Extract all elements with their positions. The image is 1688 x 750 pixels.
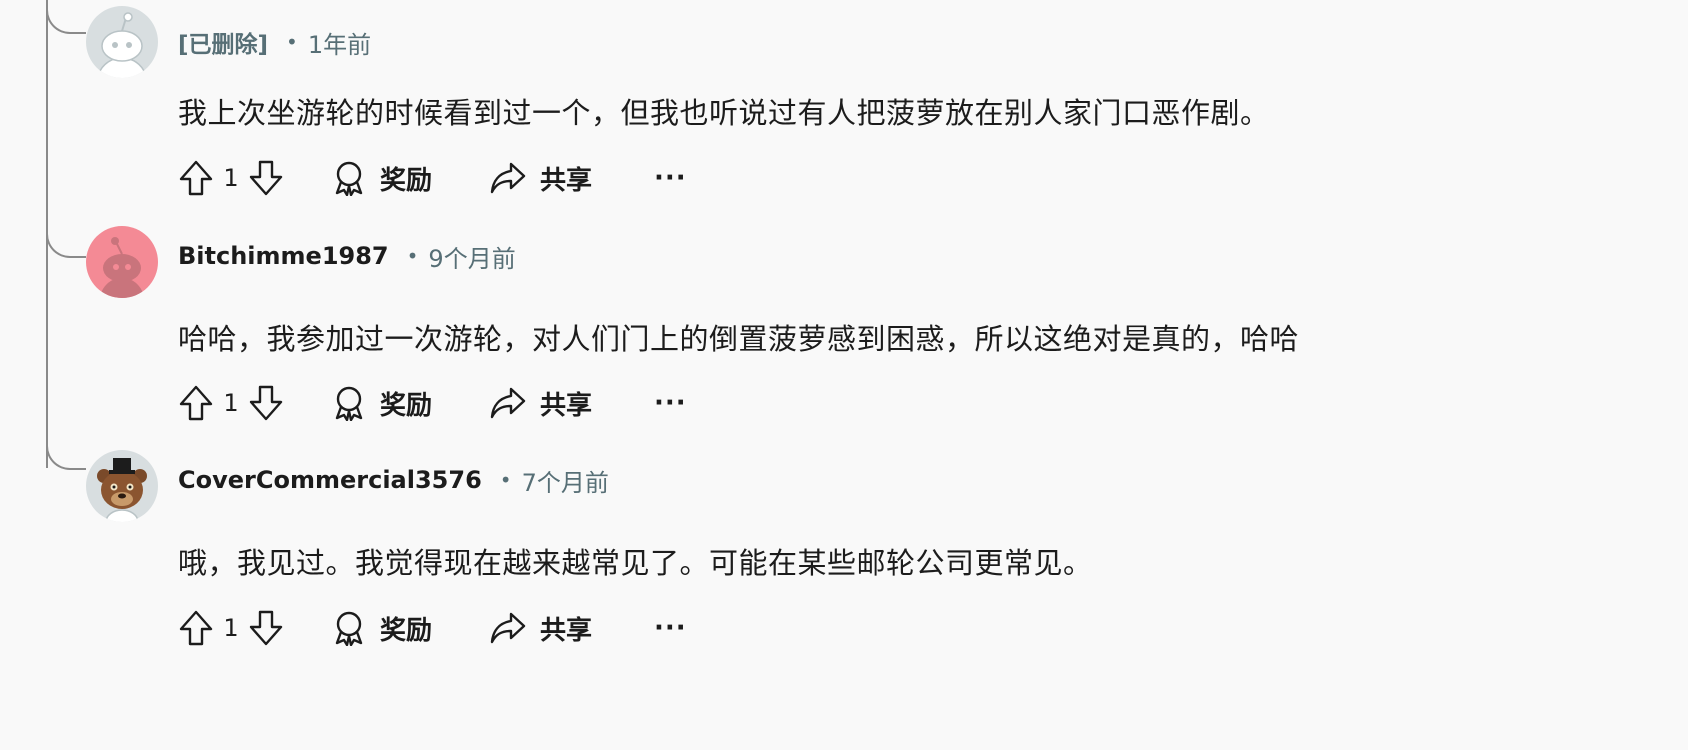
vote-count: 1 — [223, 164, 239, 192]
award-button[interactable]: 奖励 — [332, 381, 432, 425]
upvote-arrow-icon — [179, 160, 213, 196]
award-button[interactable]: 奖励 — [332, 156, 432, 200]
timestamp[interactable]: 1年前 — [308, 25, 371, 60]
share-button[interactable]: 共享 — [490, 381, 592, 425]
upvote-arrow-icon — [179, 385, 213, 421]
award-icon — [335, 161, 363, 196]
share-icon — [490, 162, 526, 194]
snoo-avatar-icon — [86, 226, 158, 298]
award-label: 奖励 — [380, 390, 433, 421]
downvote-arrow-icon — [249, 160, 283, 196]
thread-connector — [46, 436, 86, 470]
share-label: 共享 — [540, 615, 593, 646]
vote-count: 1 — [223, 614, 239, 642]
snoo-avatar-icon — [86, 6, 158, 78]
award-label: 奖励 — [380, 165, 433, 196]
award-label: 奖励 — [380, 615, 433, 646]
avatar[interactable] — [86, 6, 158, 78]
downvote-arrow-icon — [249, 610, 283, 646]
downvote-button[interactable] — [246, 381, 286, 425]
thread-connector — [46, 224, 86, 258]
vote-count: 1 — [223, 389, 239, 417]
separator-dot: • — [286, 30, 298, 54]
comment-actions: 1 奖励 共享 ··· — [176, 156, 687, 200]
author-name[interactable]: [已删除] — [178, 25, 268, 59]
downvote-button[interactable] — [246, 156, 286, 200]
upvote-arrow-icon — [179, 610, 213, 646]
comment-body: 哦，我见过。我觉得现在越来越常见了。可能在某些邮轮公司更常见。 — [178, 546, 1093, 580]
award-icon — [335, 611, 363, 646]
author-name[interactable]: Bitchimme1987 — [178, 242, 389, 270]
share-label: 共享 — [540, 165, 593, 196]
upvote-button[interactable] — [176, 606, 216, 650]
timestamp[interactable]: 9个月前 — [428, 239, 515, 274]
share-icon — [490, 612, 526, 644]
avatar[interactable] — [86, 226, 158, 298]
comment-thread: [已删除] • 1年前 我上次坐游轮的时候看到过一个，但我也听说过有人把菠萝放在… — [0, 0, 1688, 750]
more-options-button[interactable]: ··· — [654, 163, 687, 193]
comment-meta: [已删除] • 1年前 — [178, 25, 371, 60]
share-icon — [490, 387, 526, 419]
share-button[interactable]: 共享 — [490, 156, 592, 200]
downvote-arrow-icon — [249, 385, 283, 421]
upvote-button[interactable] — [176, 156, 216, 200]
comment-meta: CoverCommercial3576 • 7个月前 — [178, 463, 609, 498]
comment-actions: 1 奖励 共享 ··· — [176, 606, 687, 650]
share-button[interactable]: 共享 — [490, 606, 592, 650]
downvote-button[interactable] — [246, 606, 286, 650]
more-options-button[interactable]: ··· — [654, 388, 687, 418]
comment-body: 我上次坐游轮的时候看到过一个，但我也听说过有人把菠萝放在别人家门口恶作剧。 — [178, 96, 1270, 130]
more-options-button[interactable]: ··· — [654, 613, 687, 643]
bear-avatar-icon — [86, 450, 158, 522]
upvote-button[interactable] — [176, 381, 216, 425]
separator-dot: • — [406, 244, 419, 268]
award-icon — [335, 386, 363, 421]
avatar[interactable] — [86, 450, 158, 522]
thread-connector — [46, 0, 86, 34]
comment-meta: Bitchimme1987 • 9个月前 — [178, 239, 516, 274]
timestamp[interactable]: 7个月前 — [522, 463, 609, 498]
award-button[interactable]: 奖励 — [332, 606, 432, 650]
share-label: 共享 — [540, 390, 593, 421]
comment-body: 哈哈，我参加过一次游轮，对人们门上的倒置菠萝感到困惑，所以这绝对是真的，哈哈 — [178, 322, 1300, 356]
comment-actions: 1 奖励 共享 ··· — [176, 381, 687, 425]
author-name[interactable]: CoverCommercial3576 — [178, 466, 482, 494]
separator-dot: • — [499, 468, 512, 492]
